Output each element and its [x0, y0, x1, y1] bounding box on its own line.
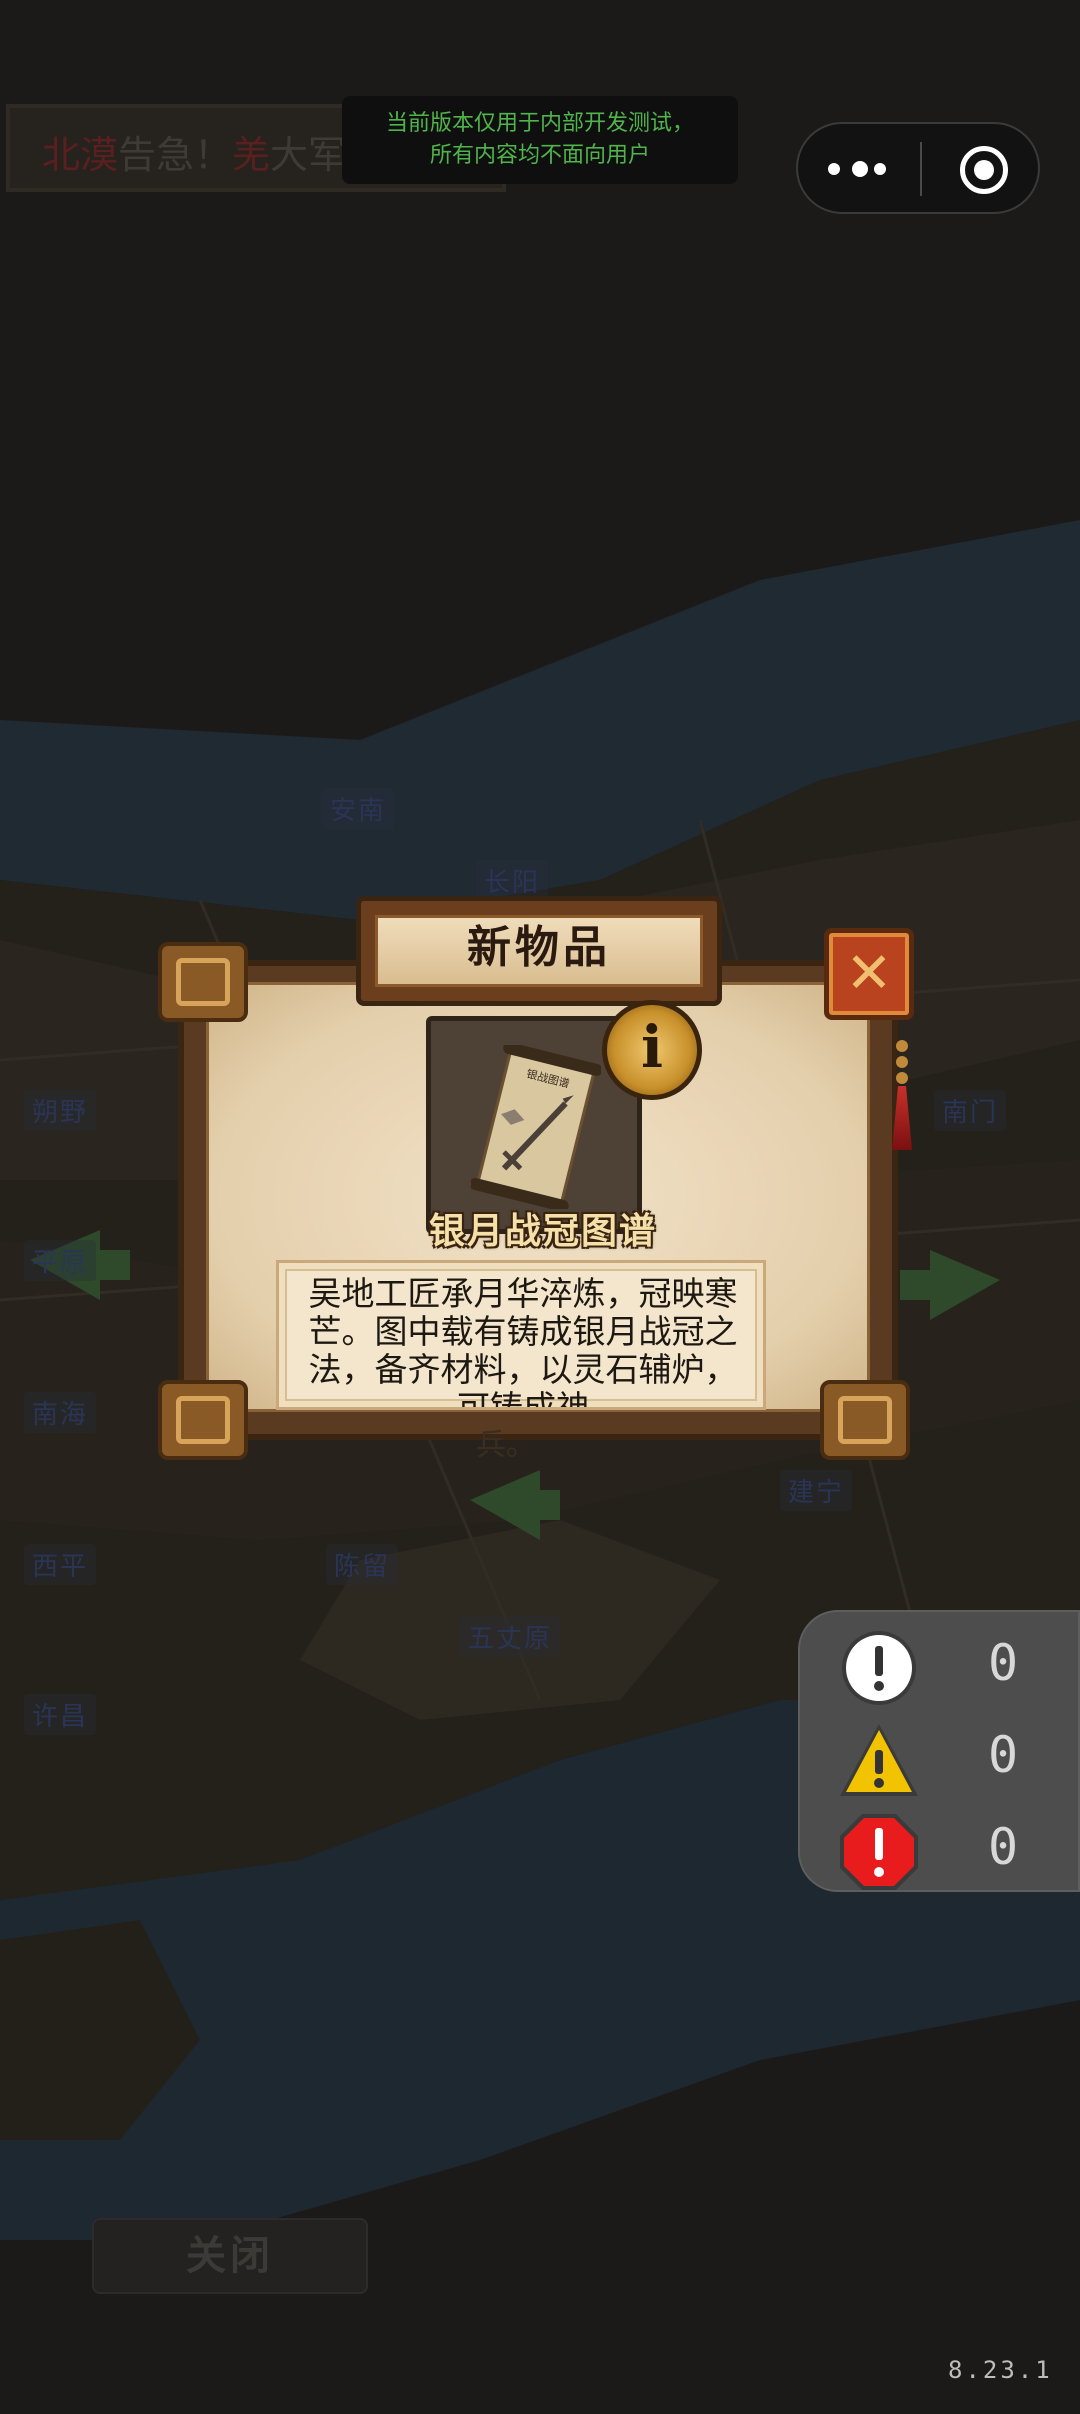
more-dots-icon[interactable]: [828, 154, 892, 184]
counter-info-value: 0: [987, 1634, 1019, 1692]
map-label-jianning[interactable]: 建宁: [780, 1470, 853, 1511]
new-item-dialog: 新物品 ✕ 银战图谱 i 银月战冠图谱 吴地工匠承月华淬炼，冠映寒芒。图中载有铸…: [158, 880, 928, 1463]
close-button[interactable]: 关闭: [92, 2218, 368, 2294]
map-label-annan[interactable]: 安南: [322, 788, 395, 829]
counter-warning-value: 0: [987, 1726, 1019, 1784]
item-description-box[interactable]: 吴地工匠承月华淬炼，冠映寒芒。图中载有铸成银月战冠之法，备齐材料，以灵石辅炉，可…: [276, 1260, 766, 1410]
dev-notice: 当前版本仅用于内部开发测试， 所有内容均不面向用户: [342, 96, 738, 184]
map-label-chenliu[interactable]: 陈留: [326, 1544, 399, 1585]
counter-info[interactable]: 0: [800, 1620, 1080, 1712]
target-icon[interactable]: [960, 146, 1008, 194]
corner-knot-top-left: [158, 942, 248, 1022]
map-label-xuchang[interactable]: 许昌: [24, 1694, 97, 1735]
item-description: 吴地工匠承月华淬炼，冠映寒芒。图中载有铸成银月战冠之法，备齐材料，以灵石辅炉，可…: [308, 1274, 738, 1410]
counter-error[interactable]: 0: [800, 1804, 1080, 1896]
tassel-decoration: [892, 1040, 912, 1150]
capsule-divider: [920, 142, 922, 196]
version-label: 8.23.1: [948, 2356, 1053, 2384]
dev-notice-line2: 所有内容均不面向用户: [429, 143, 650, 168]
miniprogram-capsule: [796, 122, 1040, 214]
item-name: 银月战冠图谱: [428, 1211, 657, 1252]
item-description-overflow: 兵。: [476, 1428, 536, 1463]
dialog-title-plate: 新物品: [356, 896, 722, 1006]
counter-error-value: 0: [987, 1818, 1019, 1876]
map-label-shuoye[interactable]: 朔野: [24, 1090, 97, 1131]
counter-warning[interactable]: 0: [800, 1712, 1080, 1804]
warning-triangle-icon: [840, 1724, 918, 1796]
map-label-wuzhangyuan[interactable]: 五丈原: [460, 1616, 561, 1657]
map-label-pingyuan[interactable]: 平原: [24, 1240, 97, 1281]
dev-notice-line1: 当前版本仅用于内部开发测试，: [385, 111, 694, 136]
error-octagon-icon: [840, 1814, 918, 1890]
debug-counter-panel[interactable]: 0 0 0: [798, 1610, 1080, 1892]
close-icon[interactable]: ✕: [824, 928, 914, 1020]
map-label-xiping[interactable]: 西平: [24, 1544, 97, 1585]
map-label-nanmen[interactable]: 南门: [934, 1090, 1007, 1131]
map-label-nanhai[interactable]: 南海: [24, 1392, 97, 1433]
corner-knot-bottom-right: [820, 1380, 910, 1460]
info-icon[interactable]: i: [602, 1000, 702, 1100]
dialog-title: 新物品: [467, 922, 611, 973]
info-circle-icon: [842, 1631, 916, 1705]
scroll-icon: 银战图谱: [471, 1045, 601, 1209]
corner-knot-bottom-left: [158, 1380, 248, 1460]
